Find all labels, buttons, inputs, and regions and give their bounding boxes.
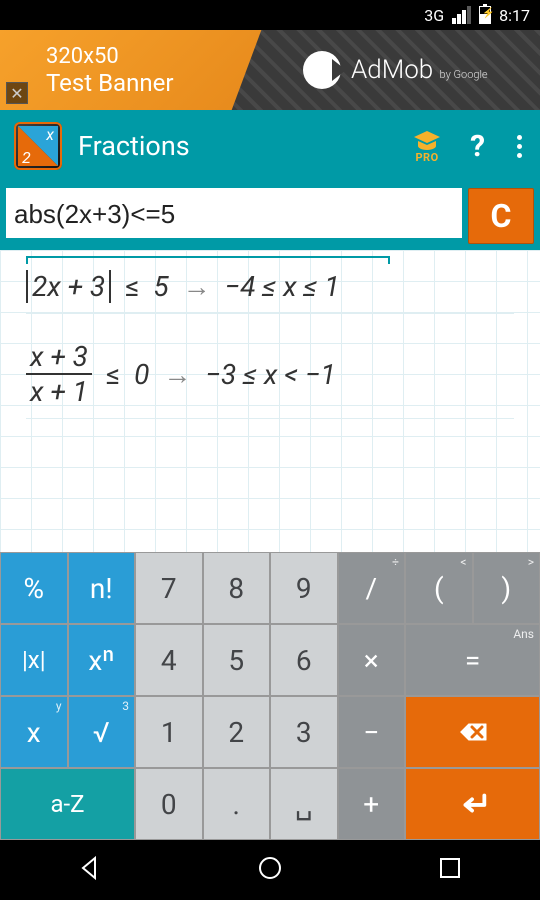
arrow-icon: → <box>183 270 211 303</box>
key-backspace[interactable] <box>406 697 539 767</box>
recents-button[interactable] <box>437 855 463 885</box>
key-0[interactable]: 0 <box>136 769 202 839</box>
page-title: Fractions <box>78 130 396 162</box>
enter-icon <box>456 791 490 817</box>
home-button[interactable] <box>257 855 283 885</box>
ad-brand: AdMob <box>351 55 433 85</box>
fraction: x + 3 x + 1 <box>26 340 92 408</box>
ad-line2: Test Banner <box>46 69 297 97</box>
backspace-icon <box>456 719 490 745</box>
signal-icon <box>452 6 471 24</box>
key-9[interactable]: 9 <box>271 553 337 623</box>
arrow-icon: → <box>163 358 191 391</box>
keypad: % n! 7 8 9 /÷ (< )> |x| xⁿ 4 5 6 × =Ans … <box>0 552 540 840</box>
key-1[interactable]: 1 <box>136 697 202 767</box>
overflow-menu-button[interactable] <box>513 135 526 158</box>
key-percent[interactable]: % <box>1 553 67 623</box>
help-button[interactable]: ? <box>458 129 497 164</box>
key-space[interactable]: ␣ <box>271 769 337 839</box>
key-paren-close[interactable]: )> <box>474 553 540 623</box>
key-3[interactable]: 3 <box>271 697 337 767</box>
result-area[interactable]: 2x + 3 ≤ 5 → −4 ≤ x ≤ 1 x + 3 x + 1 ≤ 0 … <box>0 250 540 552</box>
key-paren-open[interactable]: (< <box>406 553 472 623</box>
selection-bracket-icon <box>26 256 390 264</box>
ad-line1: 320x50 <box>46 44 297 69</box>
key-abs[interactable]: |x| <box>1 625 67 695</box>
ad-banner[interactable]: ✕ 320x50 Test Banner AdMob by Google <box>0 30 540 110</box>
key-equals[interactable]: =Ans <box>406 625 539 695</box>
key-multiply[interactable]: × <box>339 625 405 695</box>
clear-button[interactable]: C <box>468 188 534 244</box>
key-plus[interactable]: + <box>339 769 405 839</box>
pro-button[interactable]: PRO <box>412 129 442 164</box>
app-logo-icon[interactable]: x2 <box>14 122 62 170</box>
clock: 8:17 <box>499 6 530 25</box>
admob-logo-icon <box>303 51 341 89</box>
ad-close-button[interactable]: ✕ <box>6 82 28 104</box>
expression-input[interactable] <box>6 188 462 244</box>
result-row: x + 3 x + 1 ≤ 0 → −3 ≤ x < −1 <box>26 340 514 419</box>
key-alpha[interactable]: a-Z <box>1 769 134 839</box>
key-2[interactable]: 2 <box>204 697 270 767</box>
key-sqrt[interactable]: √3 <box>69 697 135 767</box>
key-x[interactable]: xy <box>1 697 67 767</box>
android-status-bar: 3G ⚡ 8:17 <box>0 0 540 30</box>
ad-left: 320x50 Test Banner <box>0 30 297 110</box>
key-factorial[interactable]: n! <box>69 553 135 623</box>
key-power[interactable]: xⁿ <box>69 625 135 695</box>
result-row: 2x + 3 ≤ 5 → −4 ≤ x ≤ 1 <box>26 270 514 314</box>
key-divide[interactable]: /÷ <box>339 553 405 623</box>
ad-right: AdMob by Google <box>297 30 540 110</box>
battery-icon: ⚡ <box>479 6 491 24</box>
key-dot[interactable]: . <box>204 769 270 839</box>
key-minus[interactable]: − <box>339 697 405 767</box>
ad-by: by Google <box>440 68 488 81</box>
key-5[interactable]: 5 <box>204 625 270 695</box>
app-bar: x2 Fractions PRO ? <box>0 110 540 182</box>
key-enter[interactable] <box>406 769 539 839</box>
android-nav-bar <box>0 840 540 900</box>
network-label: 3G <box>424 6 444 25</box>
expression-input-row: C <box>0 182 540 250</box>
key-8[interactable]: 8 <box>204 553 270 623</box>
key-7[interactable]: 7 <box>136 553 202 623</box>
back-button[interactable] <box>77 855 103 885</box>
key-4[interactable]: 4 <box>136 625 202 695</box>
graduation-cap-icon <box>412 129 442 151</box>
key-6[interactable]: 6 <box>271 625 337 695</box>
